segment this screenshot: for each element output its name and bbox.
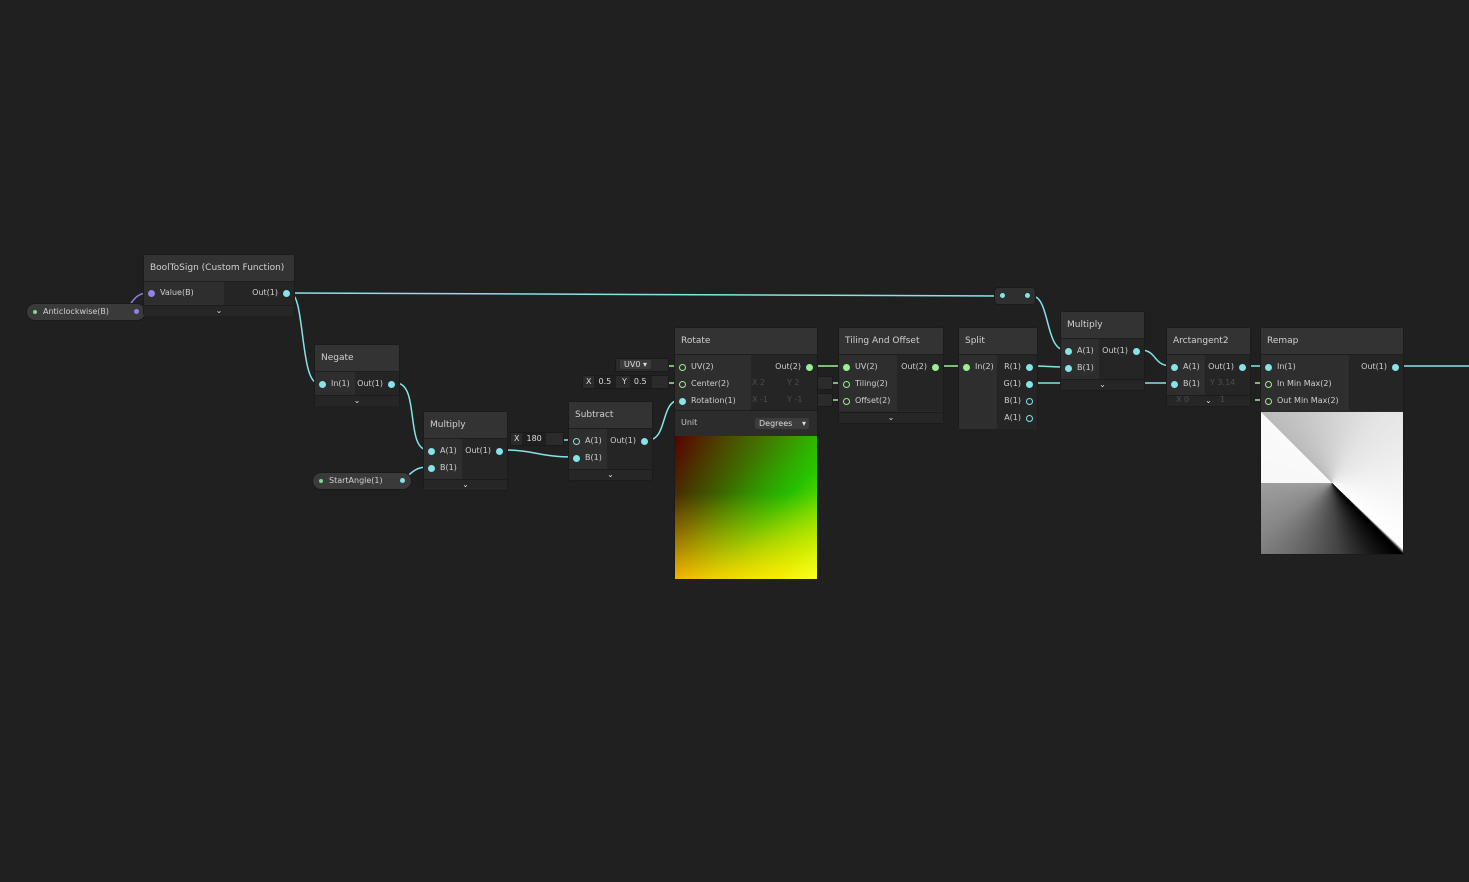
caret-down-icon: ▾ xyxy=(642,360,647,369)
subtract-node[interactable]: Subtract A(1) B(1) Out(1) ⌄ xyxy=(569,402,652,480)
remap-out-min-max-ghost: X 0 xyxy=(1176,395,1190,404)
tiling-and-offset-node[interactable]: Tiling And Offset UV(2) Tiling(2) Offset… xyxy=(839,328,943,423)
out-output-port[interactable]: Out(2) xyxy=(775,360,813,374)
unit-dropdown[interactable]: Degrees ▾ xyxy=(755,418,809,429)
node-title: Subtract xyxy=(569,402,652,429)
booltosign-node[interactable]: BoolToSign (Custom Function) Value(B) Ou… xyxy=(144,255,294,316)
a-input-port[interactable]: A(1) xyxy=(1171,360,1200,374)
property-exposed-icon xyxy=(319,479,323,483)
in-input-port[interactable]: In(1) xyxy=(319,377,350,391)
g-output-port[interactable]: G(1) xyxy=(1003,377,1033,391)
remap-out-min-max-ghost: 1 xyxy=(1220,395,1226,404)
out-output-port[interactable]: Out(2) xyxy=(901,360,939,374)
a-input-port[interactable]: A(1) xyxy=(1065,344,1094,358)
in-input-port[interactable]: In(2) xyxy=(963,360,994,374)
rotate-center-default-field[interactable]: X 0.5 Y 0.5 xyxy=(583,376,668,388)
node-title: Remap xyxy=(1261,328,1403,355)
out-output-port[interactable]: Out(1) xyxy=(1361,360,1399,374)
tiling-default-ghost: X 2 xyxy=(752,378,766,387)
node-title: Multiply xyxy=(1061,312,1144,339)
startangle-label: StartAngle(1) xyxy=(329,476,383,485)
node-title: Arctangent2 xyxy=(1167,328,1250,355)
b-input-port[interactable]: B(1) xyxy=(573,451,602,465)
out-output-port[interactable]: Out(1) xyxy=(1102,344,1140,358)
caret-down-icon: ▾ xyxy=(801,419,806,428)
b-input-port[interactable]: B(1) xyxy=(1065,361,1094,375)
startangle-property[interactable]: StartAngle(1) xyxy=(313,473,411,489)
b-input-port[interactable]: B(1) xyxy=(1171,377,1200,391)
uv-input-port[interactable]: UV(2) xyxy=(679,360,714,374)
node-title: Split xyxy=(959,328,1037,355)
unit-label: Unit xyxy=(681,418,698,427)
out-min-max-input-port[interactable]: Out Min Max(2) xyxy=(1265,394,1339,408)
subtract-a-default-field[interactable]: X 180 xyxy=(511,433,563,445)
uv-channel-dropdown[interactable]: UV0 ▾ xyxy=(620,360,651,369)
chevron-down-icon[interactable]: ⌄ xyxy=(424,479,507,490)
rotate-uv-channel-field[interactable]: UV0 ▾ xyxy=(616,359,668,371)
bool-output-port[interactable] xyxy=(134,309,139,314)
float-output-port[interactable] xyxy=(400,478,405,483)
remap-preview-image xyxy=(1261,412,1403,554)
offset-default-ghost: Y -1 xyxy=(787,395,803,404)
chevron-down-icon[interactable]: ⌄ xyxy=(569,469,652,480)
node-title: Rotate xyxy=(675,328,817,355)
node-title: Multiply xyxy=(424,412,507,439)
anticlockwise-label: Anticlockwise(B) xyxy=(43,307,110,316)
offset-default-ghost: X -1 xyxy=(752,395,768,404)
negate-node[interactable]: Negate In(1) Out(1) ⌄ xyxy=(315,345,399,406)
property-exposed-icon xyxy=(33,310,37,314)
rotate-preview-image xyxy=(675,436,817,579)
in-input-port[interactable]: In(1) xyxy=(1265,360,1296,374)
a-input-port[interactable]: A(1) xyxy=(428,444,457,458)
wire-booltosign-to-negate xyxy=(289,292,319,384)
multiply-node-2[interactable]: Multiply A(1) B(1) Out(1) ⌄ xyxy=(1061,312,1144,390)
chevron-down-icon[interactable]: ⌄ xyxy=(839,412,943,423)
out-output-port[interactable]: Out(1) xyxy=(465,444,503,458)
rotate-node[interactable]: Rotate UV(2) Center(2) Rotation(1) Out(2… xyxy=(675,328,817,579)
a-output-port[interactable]: A(1) xyxy=(1004,411,1033,425)
tiling-input-port[interactable]: Tiling(2) xyxy=(843,377,888,391)
center-input-port[interactable]: Center(2) xyxy=(679,377,729,391)
multiply-node[interactable]: Multiply A(1) B(1) Out(1) ⌄ xyxy=(424,412,507,490)
uv-input-port[interactable]: UV(2) xyxy=(843,360,878,374)
anticlockwise-property[interactable]: Anticlockwise(B) xyxy=(27,304,145,320)
chevron-down-icon[interactable]: ⌄ xyxy=(1061,379,1144,390)
r-output-port[interactable]: R(1) xyxy=(1004,360,1033,374)
remap-node[interactable]: Remap In(1) In Min Max(2) Out Min Max(2)… xyxy=(1261,328,1403,554)
out-output-port[interactable]: Out(1) xyxy=(252,286,290,300)
out-output-port[interactable]: Out(1) xyxy=(357,377,395,391)
tiling-default-ghost: Y 2 xyxy=(787,378,800,387)
node-title: Tiling And Offset xyxy=(839,328,943,355)
node-title: Negate xyxy=(315,345,399,372)
chevron-down-icon[interactable]: ⌄ xyxy=(144,305,294,316)
split-node[interactable]: Split In(2) R(1) G(1) B(1) A(1) xyxy=(959,328,1037,429)
tiling-default-field[interactable] xyxy=(818,377,832,389)
offset-default-field[interactable] xyxy=(818,394,832,406)
remap-preview-edge xyxy=(1261,412,1332,483)
b-output-port[interactable]: B(1) xyxy=(1004,394,1033,408)
rotation-input-port[interactable]: Rotation(1) xyxy=(679,394,736,408)
reroute-input-port[interactable] xyxy=(1000,293,1005,298)
offset-input-port[interactable]: Offset(2) xyxy=(843,394,890,408)
node-title: BoolToSign (Custom Function) xyxy=(144,255,294,282)
remap-in-min-max-ghost: Y 3.14 xyxy=(1210,378,1236,387)
reroute-output-port[interactable] xyxy=(1025,293,1030,298)
value-input-port[interactable]: Value(B) xyxy=(148,286,194,300)
out-output-port[interactable]: Out(1) xyxy=(610,434,648,448)
reroute-node[interactable] xyxy=(995,288,1035,304)
a-input-port[interactable]: A(1) xyxy=(573,434,602,448)
unit-setting-row: Unit Degrees ▾ xyxy=(675,410,817,437)
out-output-port[interactable]: Out(1) xyxy=(1208,360,1246,374)
wire-multiply-to-subtract xyxy=(502,449,574,458)
in-min-max-input-port[interactable]: In Min Max(2) xyxy=(1265,377,1332,391)
wire-booltosign-to-reroute xyxy=(289,292,1001,297)
b-input-port[interactable]: B(1) xyxy=(428,461,457,475)
chevron-down-icon[interactable]: ⌄ xyxy=(315,395,399,406)
